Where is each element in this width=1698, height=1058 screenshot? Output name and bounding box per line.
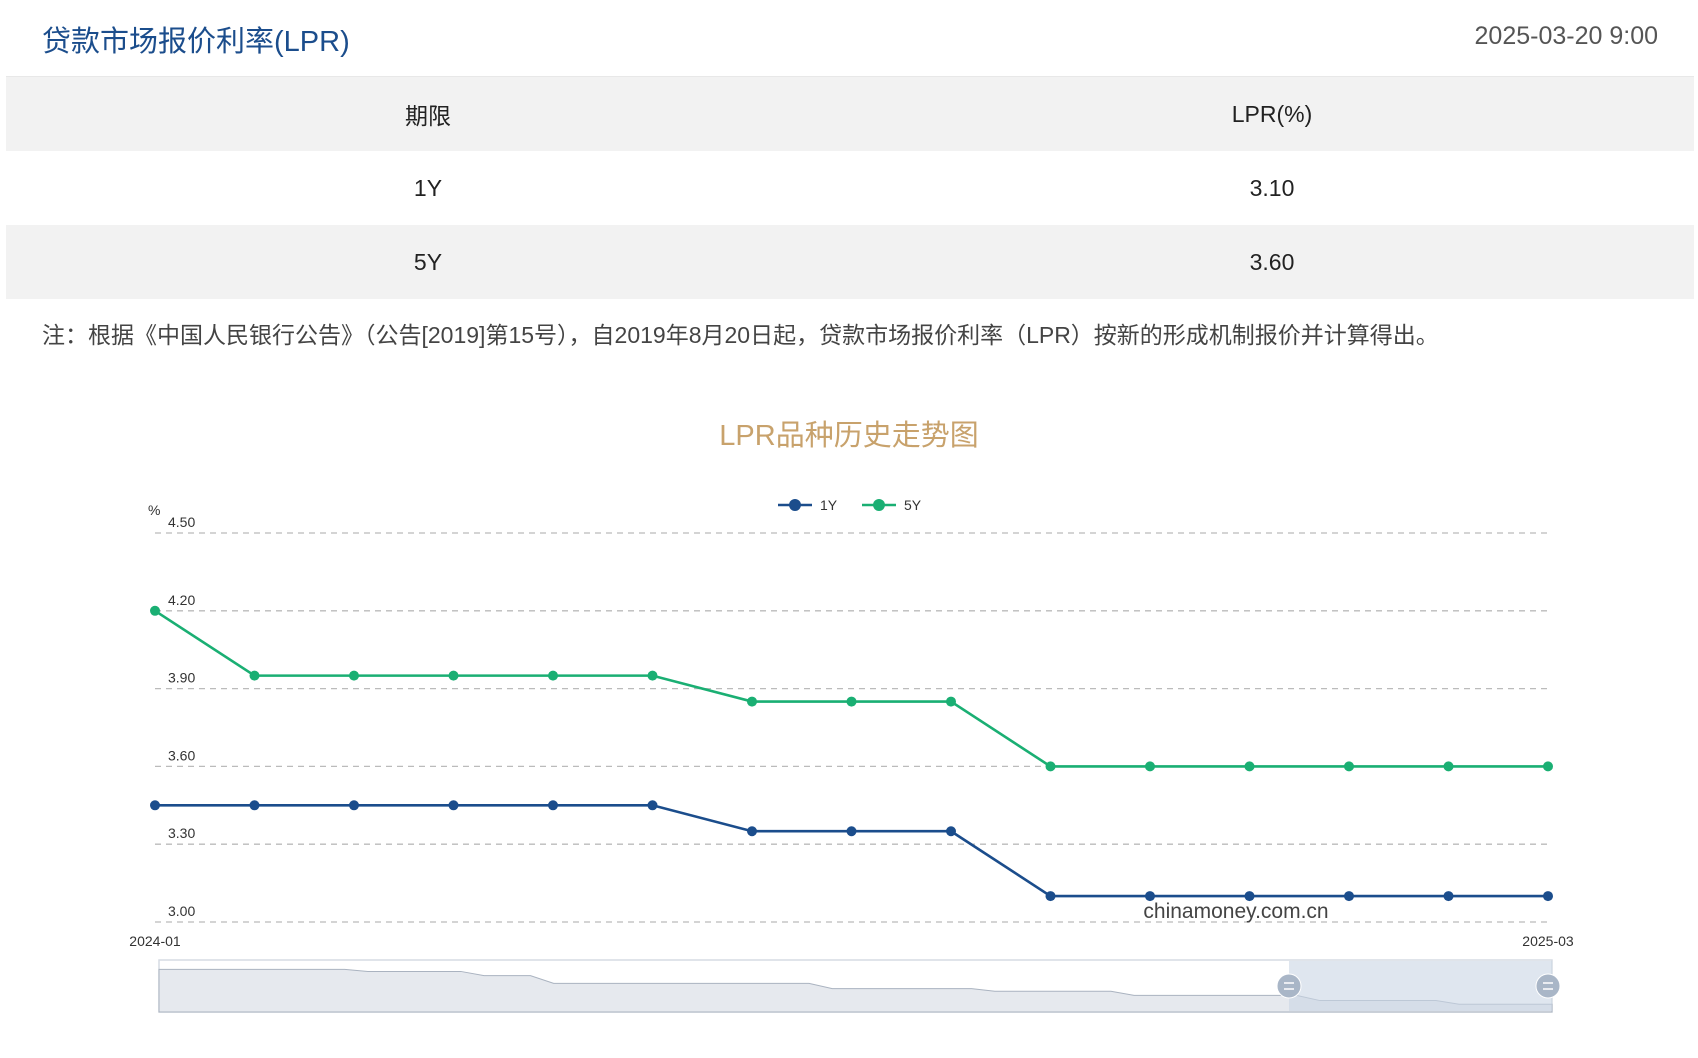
data-point-1y xyxy=(747,826,757,837)
zoom-handle[interactable] xyxy=(1276,973,1302,999)
chart-title: LPR品种历史走势图 xyxy=(719,420,979,452)
data-point-1y xyxy=(548,800,558,811)
rate-cell: 3.10 xyxy=(1249,174,1295,201)
term-cell: 1Y xyxy=(413,174,443,201)
zoom-handle[interactable] xyxy=(1535,973,1561,999)
y-axis-unit: % xyxy=(148,502,160,518)
table-row: 1Y 3.10 xyxy=(6,151,1694,225)
legend-label-5y: 5Y xyxy=(904,497,922,513)
data-point-5y xyxy=(1543,761,1553,772)
footnote: 注：根据《中国人民银行公告》（公告[2019]第15号），自2019年8月20日… xyxy=(42,322,1439,348)
legend-marker-1y xyxy=(789,499,801,511)
x-tick-label: 2025-03 xyxy=(1522,933,1574,949)
data-point-5y xyxy=(448,670,459,681)
data-point-5y xyxy=(249,670,260,681)
zoom-selection-window[interactable] xyxy=(1289,961,1552,1011)
series-line-1y xyxy=(155,803,1548,898)
page-title: 贷款市场报价利率(LPR) xyxy=(42,26,350,58)
table-row: 5Y 3.60 xyxy=(6,225,1694,299)
data-point-1y xyxy=(846,826,857,837)
data-point-5y xyxy=(647,670,658,681)
column-header-term: 期限 xyxy=(405,103,451,129)
data-point-1y xyxy=(349,800,359,811)
data-point-1y xyxy=(150,800,160,811)
legend-label-1y: 1Y xyxy=(820,497,838,513)
data-point-1y xyxy=(1443,891,1454,902)
data-point-1y xyxy=(1344,891,1354,902)
y-tick-label: 4.20 xyxy=(168,592,195,608)
data-point-1y xyxy=(946,826,956,837)
data-point-1y xyxy=(1543,891,1553,902)
y-tick-label: 3.00 xyxy=(168,903,195,919)
data-point-5y xyxy=(150,605,160,616)
y-tick-label: 3.60 xyxy=(168,747,195,763)
lpr-rate-table: 期限 LPR(%) 1Y 3.10 5Y 3.60 xyxy=(6,76,1694,299)
y-tick-label: 3.90 xyxy=(168,670,195,686)
data-point-5y xyxy=(1344,761,1354,772)
data-point-1y xyxy=(1244,891,1255,902)
data-point-5y xyxy=(1443,761,1454,772)
data-point-5y xyxy=(1244,761,1255,772)
data-point-1y xyxy=(1145,891,1155,902)
column-header-rate: LPR(%) xyxy=(1231,100,1313,127)
lpr-history-chart: 3.00 3.30 3.60 3.90 4.20 4.50% 2024-01 2025-03 c… xyxy=(129,497,1574,1013)
x-tick-label: 2024-01 xyxy=(129,933,181,949)
data-point-1y xyxy=(1045,891,1056,902)
page: 贷款市场报价利率(LPR) 2025-03-20 9:00 期限 LPR(%) … xyxy=(0,0,1698,1058)
rate-cell: 3.60 xyxy=(1249,248,1295,275)
data-point-5y xyxy=(548,670,558,681)
update-timestamp: 2025-03-20 9:00 xyxy=(1474,22,1658,50)
y-tick-label: 3.30 xyxy=(168,825,195,841)
data-point-1y xyxy=(647,800,658,811)
data-point-1y xyxy=(448,800,459,811)
data-point-1y xyxy=(249,800,260,811)
table-header-row: 期限 LPR(%) xyxy=(6,76,1694,151)
data-point-5y xyxy=(1145,761,1155,772)
y-tick-label: 4.50 xyxy=(168,514,195,530)
data-point-5y xyxy=(1045,761,1056,772)
data-point-5y xyxy=(747,696,757,707)
term-cell: 5Y xyxy=(413,248,443,275)
data-point-5y xyxy=(349,670,359,681)
data-point-5y xyxy=(846,696,857,707)
watermark-text: chinamoney.com.cn xyxy=(1143,900,1328,923)
legend-marker-5y xyxy=(873,499,885,511)
data-point-5y xyxy=(946,696,956,707)
